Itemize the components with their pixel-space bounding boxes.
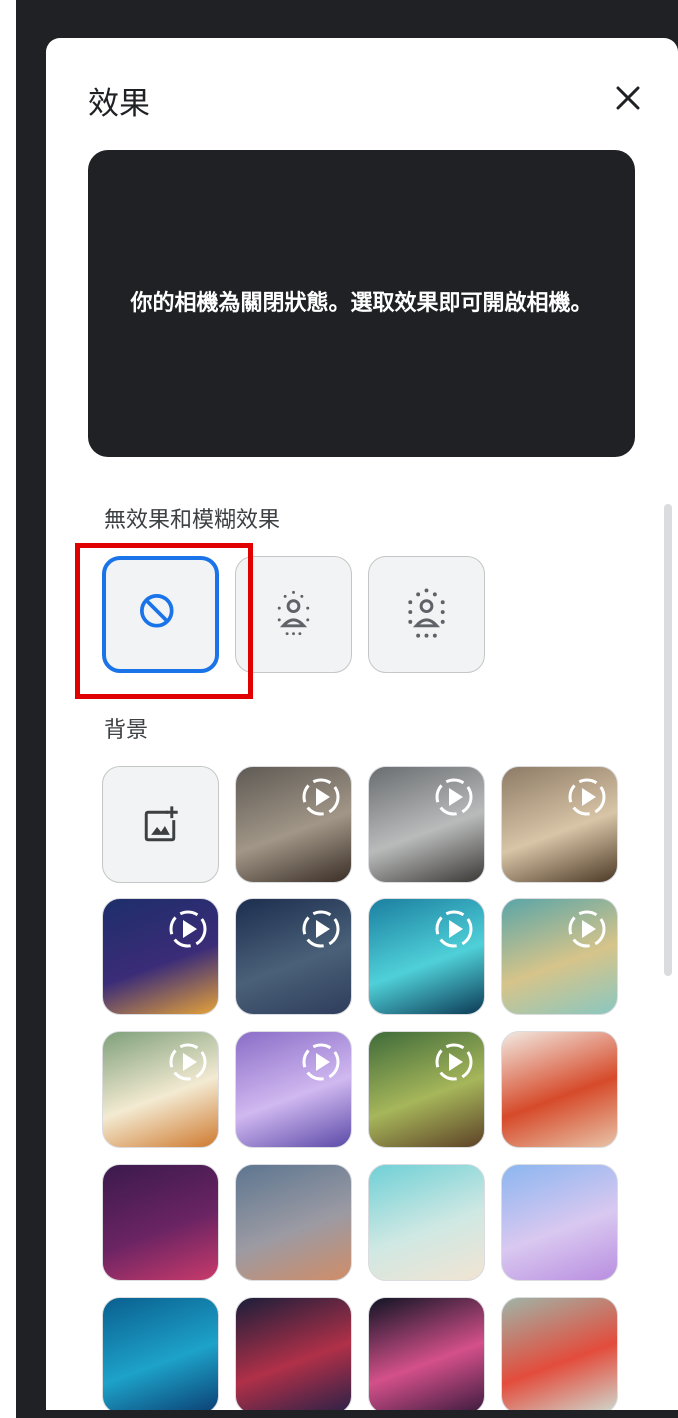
blur-option[interactable] [368,556,485,673]
animated-play-icon [435,778,473,816]
background-thumbnail[interactable] [501,1031,618,1148]
slight-blur-icon [277,590,310,636]
background-thumbnail[interactable] [501,1297,618,1410]
background-thumbnail[interactable] [102,898,219,1015]
no-effect-option[interactable] [102,556,219,673]
background-thumbnail[interactable] [501,766,618,883]
slight-blur-option[interactable] [235,556,352,673]
panel-title: 效果 [88,86,150,122]
animated-play-icon [302,1043,340,1081]
animated-play-icon [568,778,606,816]
background-thumbnail[interactable] [368,1031,485,1148]
animated-play-icon [169,910,207,948]
background-thumbnail[interactable] [501,1164,618,1281]
blur-icon [408,588,445,638]
camera-preview: 你的相機為關閉狀態。選取效果即可開啟相機。 [88,150,635,457]
background-thumbnail[interactable] [102,1031,219,1148]
background-thumbnail[interactable] [102,1164,219,1281]
background-thumbnail[interactable] [235,898,352,1015]
close-icon [616,86,640,110]
background-thumbnail[interactable] [235,1031,352,1148]
section-label-blur: 無效果和模糊效果 [104,508,281,533]
background-thumbnail[interactable] [102,1297,219,1410]
close-button[interactable] [606,76,650,120]
animated-play-icon [435,910,473,948]
camera-off-message: 你的相機為關閉狀態。選取效果即可開啟相機。 [130,291,593,316]
background-thumbnail[interactable] [368,766,485,883]
animated-play-icon [302,778,340,816]
section-label-background: 背景 [104,718,149,743]
upload-background-button[interactable] [102,766,219,883]
background-thumbnail[interactable] [235,1297,352,1410]
animated-play-icon [435,1043,473,1081]
effects-panel: 效果 你的相機為關閉狀態。選取效果即可開啟相機。 無效果和模糊效果 背景 [46,38,678,1410]
no-effect-icon [140,594,174,628]
background-thumbnail[interactable] [235,766,352,883]
animated-play-icon [169,1043,207,1081]
scrollbar[interactable] [664,504,672,976]
animated-play-icon [302,910,340,948]
background-thumbnail[interactable] [235,1164,352,1281]
background-thumbnail[interactable] [368,1164,485,1281]
background-thumbnail[interactable] [501,898,618,1015]
background-thumbnail[interactable] [368,898,485,1015]
left-edge [0,0,16,1418]
background-thumbnail[interactable] [368,1297,485,1410]
animated-play-icon [568,910,606,948]
add-image-icon [144,806,178,842]
